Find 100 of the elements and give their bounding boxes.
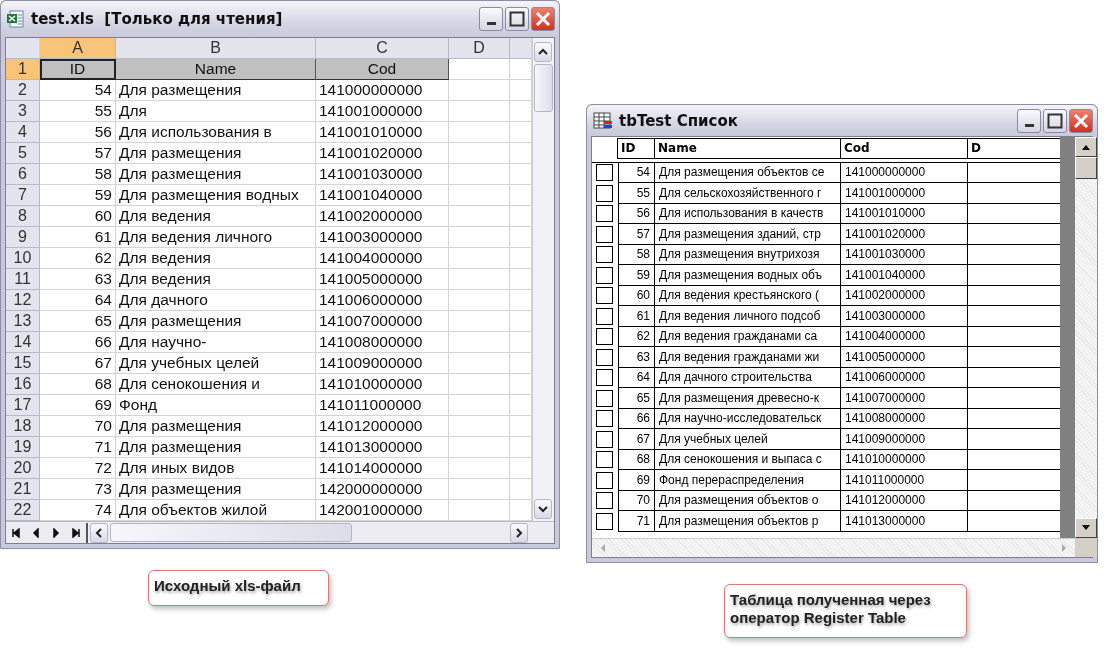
table-cell: Для размещения объектов р [655, 511, 841, 532]
table-cell: 54 [618, 162, 655, 183]
row-header[interactable]: 15 [6, 353, 40, 374]
table-cell: Для ведения гражданами са [655, 326, 841, 347]
row-header[interactable]: 21 [6, 479, 40, 500]
table-cell: Для размещения объектов о [655, 490, 841, 511]
row-header[interactable]: 14 [6, 332, 40, 353]
table-cell: 57 [40, 143, 116, 164]
table-cell: 141001040000 [316, 185, 449, 206]
row-header[interactable]: 4 [6, 122, 40, 143]
row-header[interactable]: 3 [6, 101, 40, 122]
column-header[interactable]: ID [617, 138, 655, 159]
row-header[interactable]: 8 [6, 206, 40, 227]
table-cell: 61 [618, 306, 655, 327]
table-cell: 58 [618, 244, 655, 265]
table-cell: Для ведения [116, 248, 316, 269]
table-cell: Для размещения зданий, стр [655, 224, 841, 245]
table-cell: 141002000000 [841, 285, 968, 306]
row-header[interactable]: 16 [6, 374, 40, 395]
table-cell: 142000000000 [316, 479, 449, 500]
table-cell: 56 [40, 122, 116, 143]
table-cell: Name [116, 59, 316, 80]
table-cell: 141012000000 [316, 416, 449, 437]
table-cell: 60 [618, 285, 655, 306]
table-cell: Для ведения [116, 206, 316, 227]
table-cell: 141004000000 [841, 326, 968, 347]
table-cell: 141001010000 [841, 203, 968, 224]
table-cell: 141006000000 [841, 367, 968, 388]
table-cell: 141001000000 [316, 101, 449, 122]
table-cell: 60 [40, 206, 116, 227]
row-header[interactable]: 17 [6, 395, 40, 416]
row-header[interactable]: 2 [6, 80, 40, 101]
row-header[interactable]: 19 [6, 437, 40, 458]
row-header[interactable]: 7 [6, 185, 40, 206]
table-cell: Для учебных целей [116, 353, 316, 374]
row-header[interactable]: 1 [6, 59, 40, 80]
table-cell: Для использования в качеств [655, 203, 841, 224]
table-cell: Для иных видов [116, 458, 316, 479]
table-cell: 141009000000 [841, 429, 968, 450]
table-cell: 141001020000 [841, 224, 968, 245]
table-cell: Cod [316, 59, 449, 80]
table-cell: 141004000000 [316, 248, 449, 269]
table-cell: 64 [618, 367, 655, 388]
row-header[interactable]: 6 [6, 164, 40, 185]
table-cell: 69 [40, 395, 116, 416]
row-header[interactable]: 13 [6, 311, 40, 332]
table-cell: Для размещения объектов се [655, 162, 841, 183]
column-header[interactable]: C [316, 38, 449, 59]
column-header[interactable]: Name [654, 138, 841, 159]
column-header[interactable]: D [449, 38, 510, 59]
table-cell: 59 [40, 185, 116, 206]
table-cell: 72 [40, 458, 116, 479]
table-cell: 68 [40, 374, 116, 395]
table-cell: Для учебных целей [655, 429, 841, 450]
table-cell: 141014000000 [316, 458, 449, 479]
table-cell: Для ведения [116, 269, 316, 290]
table-cell: 141001010000 [316, 122, 449, 143]
row-header[interactable]: 5 [6, 143, 40, 164]
table-cell: 141000000000 [316, 80, 449, 101]
table-cell: Для сенокошения и [116, 374, 316, 395]
table-cell: 54 [40, 80, 116, 101]
caption-label: Исходный xls-файл [148, 570, 329, 606]
table-cell: Для ведения крестьянского ( [655, 285, 841, 306]
table-cell: 141007000000 [841, 388, 968, 409]
table-cell: Для размещения [116, 437, 316, 458]
table-cell: 65 [40, 311, 116, 332]
table-cell: 142001000000 [316, 500, 449, 521]
table-cell: 70 [40, 416, 116, 437]
table-cell: Для научно- [116, 332, 316, 353]
row-header[interactable]: 18 [6, 416, 40, 437]
table-cell: 62 [40, 248, 116, 269]
table-cell: 141001040000 [841, 265, 968, 286]
table-cell: 141013000000 [841, 511, 968, 532]
table-cell: 141003000000 [841, 306, 968, 327]
table-cell: 66 [618, 408, 655, 429]
table-cell: 141002000000 [316, 206, 449, 227]
table-cell: 141008000000 [316, 332, 449, 353]
table-cell: 141011000000 [316, 395, 449, 416]
column-header[interactable]: A [40, 38, 116, 59]
row-header[interactable]: 12 [6, 290, 40, 311]
row-header[interactable]: 22 [6, 500, 40, 521]
table-cell: 141001030000 [316, 164, 449, 185]
table-cell: 67 [40, 353, 116, 374]
column-header[interactable]: Cod [840, 138, 968, 159]
table-cell: Для ведения личного [116, 227, 316, 248]
table-cell: 141005000000 [316, 269, 449, 290]
table-cell: Фонд перераспределения [655, 470, 841, 491]
table-cell: Для размещения внутрихозя [655, 244, 841, 265]
row-header[interactable]: 10 [6, 248, 40, 269]
table-cell: 141003000000 [316, 227, 449, 248]
row-header[interactable]: 11 [6, 269, 40, 290]
table-cell: 68 [618, 449, 655, 470]
table-cell: Для использования в [116, 122, 316, 143]
table-cell: Для [116, 101, 316, 122]
table-cell: Фонд [116, 395, 316, 416]
column-header[interactable]: B [116, 38, 316, 59]
window-title: tbTest Список [619, 111, 739, 130]
row-header[interactable]: 20 [6, 458, 40, 479]
row-header[interactable]: 9 [6, 227, 40, 248]
table-cell: 141009000000 [316, 353, 449, 374]
